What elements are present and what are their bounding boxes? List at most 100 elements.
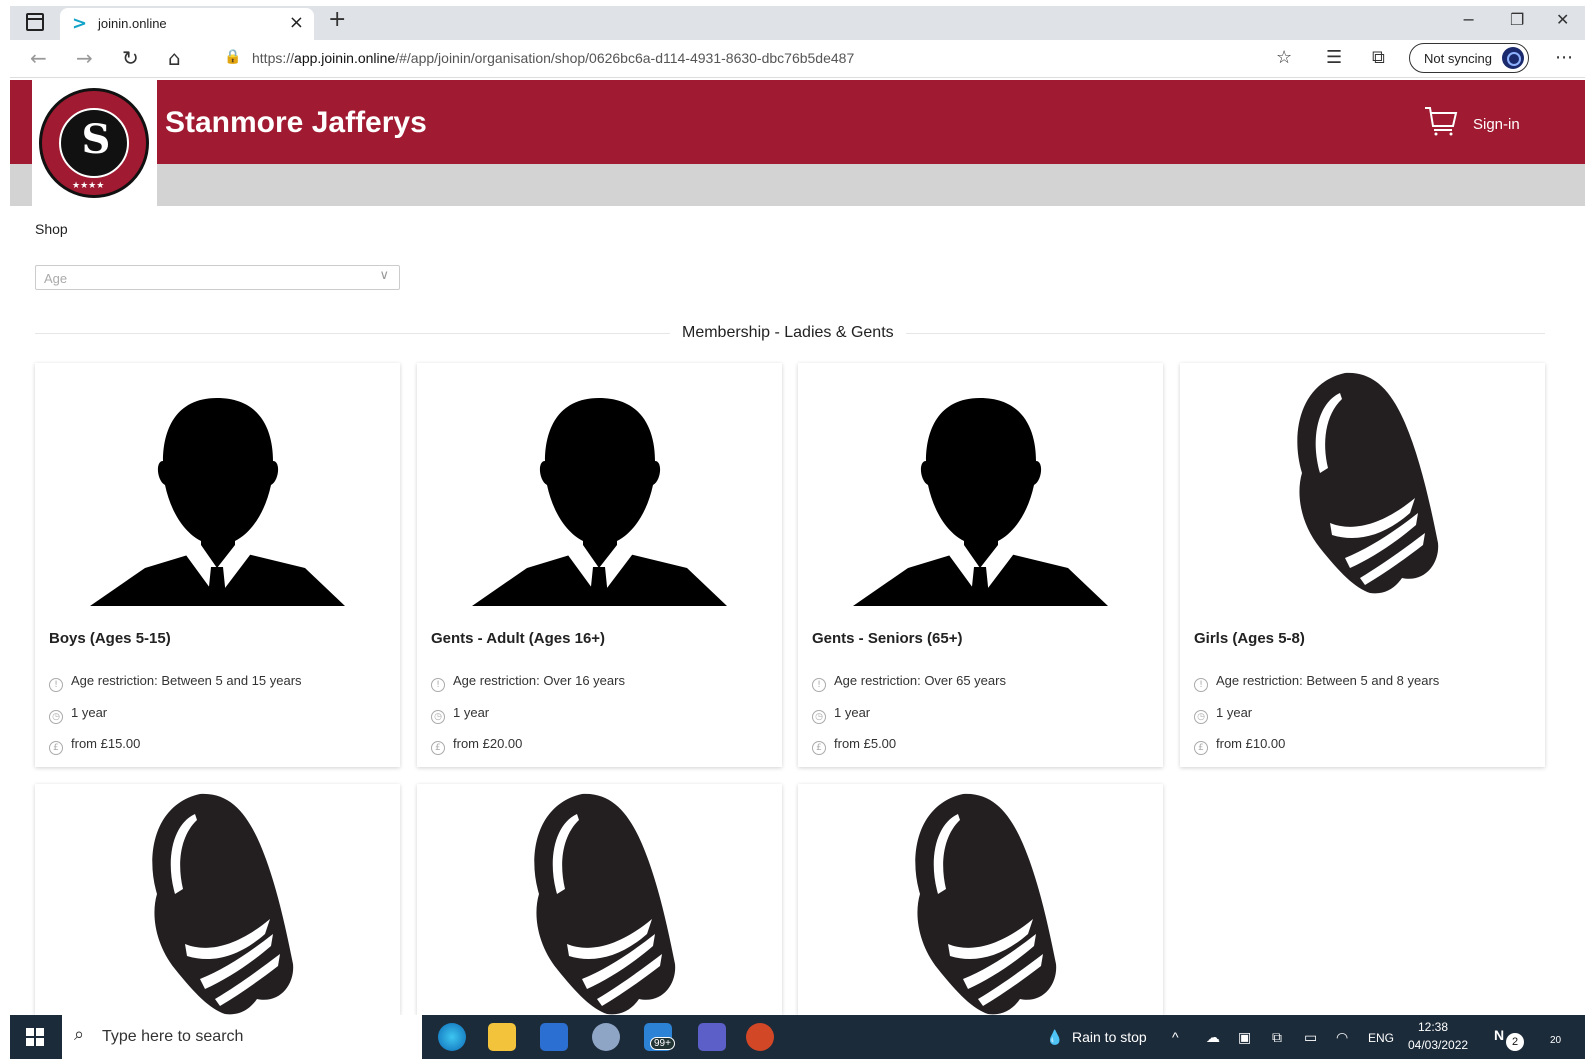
- product-price-text: from £15.00: [71, 736, 141, 751]
- clock-icon: ◷: [812, 710, 826, 724]
- store-app-icon[interactable]: [540, 1023, 568, 1051]
- restore-icon[interactable]: ❐: [1510, 10, 1524, 29]
- address-bar[interactable]: 🔒 https://app.joinin.online/#/app/joinin…: [206, 44, 1266, 72]
- onedrive-icon[interactable]: ☁: [1206, 1029, 1220, 1046]
- product-duration-text: 1 year: [453, 705, 490, 720]
- close-tab-icon[interactable]: ×: [289, 12, 304, 33]
- product-age-restriction: ! Age restriction: Between 5 and 15 years: [49, 673, 302, 692]
- file-explorer-icon[interactable]: [488, 1023, 516, 1051]
- network-share-icon[interactable]: ⧉: [1272, 1029, 1282, 1046]
- org-logo[interactable]: S ★★★★: [32, 80, 157, 206]
- pound-icon: £: [49, 741, 63, 755]
- windows-taskbar: ⌕ Type here to search 99+ 💧 Rain to stop…: [10, 1015, 1585, 1059]
- section-title: Membership - Ladies & Gents: [670, 324, 906, 342]
- product-price: £ from £5.00: [812, 736, 896, 755]
- weather-text[interactable]: Rain to stop: [1072, 1029, 1147, 1045]
- close-window-icon[interactable]: ✕: [1556, 10, 1569, 29]
- signin-link[interactable]: Sign-in: [1473, 116, 1520, 133]
- product-card[interactable]: Boys (Ages 5-15)! Age restriction: Betwee…: [35, 363, 400, 767]
- product-card[interactable]: Gents - Adult (Ages 16+) ! Age restriction…: [417, 363, 782, 767]
- back-icon[interactable]: ←: [30, 46, 47, 70]
- lock-icon: 🔒: [224, 49, 242, 65]
- info-icon: !: [1194, 678, 1208, 692]
- chevron-down-icon: ∨: [379, 268, 389, 283]
- clock-icon: ◷: [431, 710, 445, 724]
- male-silhouette-image: [417, 363, 782, 613]
- clock-date[interactable]: 04/03/2022: [1408, 1038, 1468, 1052]
- product-price: £ from £20.00: [431, 736, 522, 755]
- more-menu-icon[interactable]: ⋯: [1555, 47, 1573, 68]
- male-silhouette-image: [798, 363, 1163, 613]
- weather-icon: 💧: [1046, 1029, 1064, 1045]
- product-name: Gents - Adult (Ages 16+): [431, 630, 606, 647]
- org-name: Stanmore Jafferys: [165, 106, 427, 139]
- breadcrumb[interactable]: Shop: [35, 221, 68, 237]
- product-age-restriction-text: Age restriction: Over 16 years: [453, 673, 625, 688]
- new-tab-icon[interactable]: +: [328, 7, 346, 32]
- clock-icon: ◷: [49, 710, 63, 724]
- tab-actions-icon[interactable]: [26, 13, 44, 31]
- product-card[interactable]: Girls (Ages 5-8)! Age restriction: Betwee…: [1180, 363, 1545, 767]
- product-price: £ from £15.00: [49, 736, 140, 755]
- favorites-icon[interactable]: ☰: [1326, 47, 1342, 68]
- language-indicator[interactable]: ENG: [1368, 1031, 1394, 1045]
- pound-icon: £: [1194, 741, 1208, 755]
- minimize-icon[interactable]: −: [1462, 10, 1475, 29]
- age-placeholder: Age: [44, 271, 68, 286]
- logo-letter: S: [81, 116, 111, 163]
- logo-badge: S ★★★★: [39, 88, 149, 198]
- taskbar-search[interactable]: ⌕ Type here to search: [62, 1015, 422, 1059]
- browser-tab-strip: > joinin.online × + − ❐ ✕: [10, 6, 1585, 40]
- battery-icon[interactable]: ▭: [1304, 1029, 1317, 1046]
- product-price-text: from £10.00: [1216, 736, 1286, 751]
- tab-title: joinin.online: [98, 16, 167, 31]
- info-icon: !: [49, 678, 63, 692]
- product-card[interactable]: Gents - Seniors (65+) ! Age restriction: O…: [798, 363, 1163, 767]
- browser-toolbar: ← → ↻ ⌂ 🔒 https://app.joinin.online/#/ap…: [10, 40, 1585, 78]
- edge-app-icon[interactable]: [438, 1023, 466, 1051]
- product-card[interactable]: [417, 784, 782, 1015]
- female-hijab-silhouette-image: [417, 784, 782, 1015]
- search-icon: ⌕: [74, 1024, 85, 1045]
- forward-icon[interactable]: →: [76, 46, 93, 70]
- product-duration: ◷ 1 year: [431, 705, 489, 724]
- pound-icon: £: [431, 741, 445, 755]
- action-center-count[interactable]: 20: [1550, 1035, 1561, 1046]
- add-favorite-icon[interactable]: ☆: [1276, 47, 1292, 68]
- tray-overflow-icon[interactable]: ^: [1172, 1029, 1179, 1045]
- product-duration: ◷ 1 year: [812, 705, 870, 724]
- refresh-icon[interactable]: ↻: [122, 46, 139, 70]
- powerpoint-app-icon[interactable]: [746, 1023, 774, 1051]
- product-card[interactable]: [35, 784, 400, 1015]
- female-hijab-silhouette-image: [798, 784, 1163, 1015]
- age-filter-select[interactable]: Age ∨: [35, 265, 400, 290]
- product-price-text: from £20.00: [453, 736, 523, 751]
- product-age-restriction: ! Age restriction: Over 16 years: [431, 673, 625, 692]
- product-age-restriction: ! Age restriction: Over 65 years: [812, 673, 1006, 692]
- clock-time[interactable]: 12:38: [1418, 1020, 1448, 1034]
- collections-icon[interactable]: ⧉: [1372, 47, 1385, 68]
- sync-label: Not syncing: [1424, 51, 1492, 66]
- browser-tab[interactable]: > joinin.online ×: [60, 8, 314, 40]
- notification-app-icon[interactable]: N: [1494, 1027, 1504, 1043]
- sync-button[interactable]: Not syncing: [1409, 43, 1529, 73]
- product-price: £ from £10.00: [1194, 736, 1285, 755]
- product-duration: ◷ 1 year: [49, 705, 107, 724]
- product-name: Gents - Seniors (65+): [812, 630, 963, 647]
- female-hijab-silhouette-image: [1180, 363, 1545, 613]
- home-icon[interactable]: ⌂: [168, 46, 181, 70]
- teams-app-icon[interactable]: [698, 1023, 726, 1051]
- snipping-app-icon[interactable]: [592, 1023, 620, 1051]
- site-subbar: [10, 164, 1585, 206]
- product-age-restriction-text: Age restriction: Between 5 and 15 years: [71, 673, 302, 688]
- product-duration-text: 1 year: [71, 705, 108, 720]
- wifi-icon[interactable]: ◠: [1336, 1029, 1348, 1046]
- product-duration: ◷ 1 year: [1194, 705, 1252, 724]
- logo-stars: ★★★★: [72, 181, 105, 191]
- product-card[interactable]: [798, 784, 1163, 1015]
- meet-icon[interactable]: ▣: [1238, 1029, 1251, 1046]
- cart-icon[interactable]: [1424, 106, 1458, 136]
- windows-start-icon[interactable]: [26, 1028, 44, 1046]
- product-duration-text: 1 year: [834, 705, 871, 720]
- clock-icon: ◷: [1194, 710, 1208, 724]
